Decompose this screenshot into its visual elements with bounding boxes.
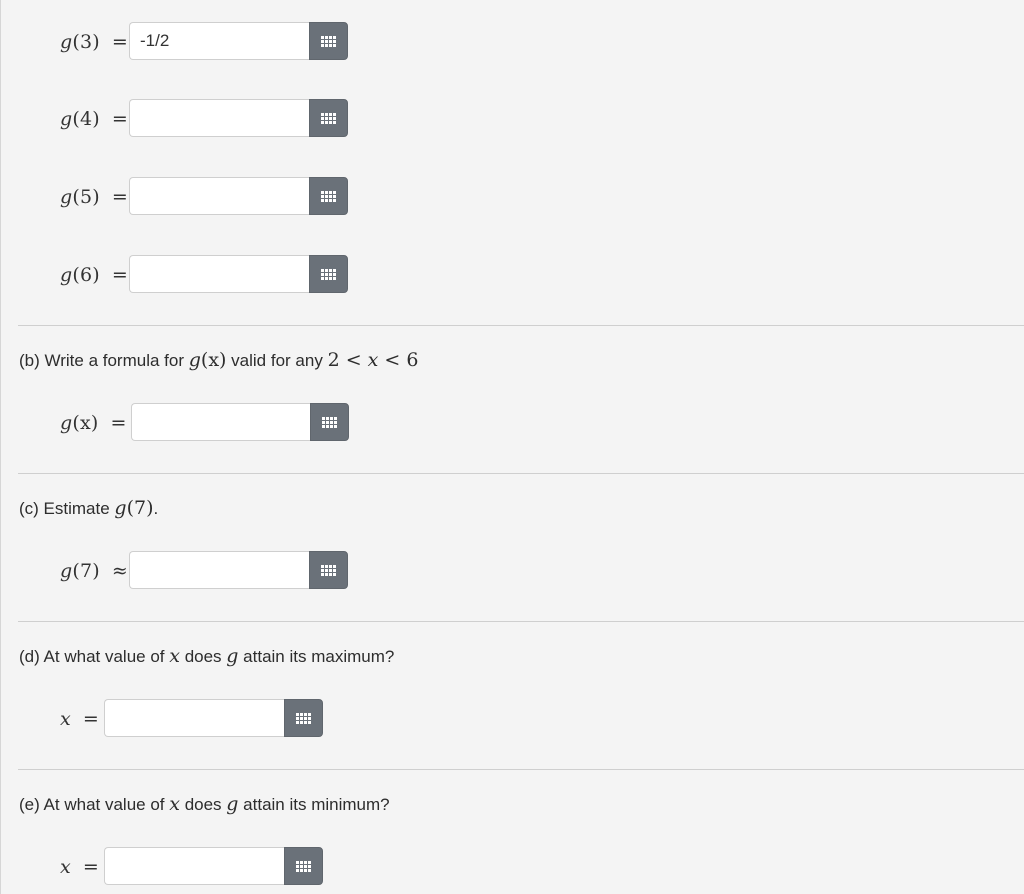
label-g5: g(5) = bbox=[60, 186, 129, 208]
question-b: (b) Write a formula for g(x) valid for a… bbox=[19, 349, 419, 371]
question-e: (e) At what value of x does g attain its… bbox=[19, 793, 390, 815]
math-palette-grid-icon bbox=[320, 35, 337, 48]
answer-row-g5: g(5) = bbox=[0, 177, 350, 217]
label-x-min: x = bbox=[60, 856, 100, 878]
math-palette-grid-icon bbox=[295, 712, 312, 725]
math-palette-grid-icon bbox=[320, 268, 337, 281]
math-palette-button[interactable] bbox=[309, 255, 348, 293]
answer-input-g6[interactable] bbox=[129, 255, 310, 293]
answer-input-g4[interactable] bbox=[129, 99, 310, 137]
section-divider bbox=[18, 325, 1024, 326]
answer-input-g3[interactable] bbox=[129, 22, 310, 60]
answer-row-g7: g(7) ≈ bbox=[0, 551, 350, 591]
math-palette-button[interactable] bbox=[309, 551, 348, 589]
section-divider bbox=[18, 473, 1024, 474]
answer-input-x-max[interactable] bbox=[104, 699, 285, 737]
label-x-max: x = bbox=[60, 708, 100, 730]
math-palette-button[interactable] bbox=[284, 847, 323, 885]
math-palette-button[interactable] bbox=[284, 699, 323, 737]
answer-row-g3: g(3) = bbox=[0, 22, 350, 62]
answer-input-x-min[interactable] bbox=[104, 847, 285, 885]
math-palette-grid-icon bbox=[295, 860, 312, 873]
label-g6: g(6) = bbox=[60, 264, 129, 286]
math-palette-button[interactable] bbox=[310, 403, 349, 441]
section-divider bbox=[18, 621, 1024, 622]
question-d: (d) At what value of x does g attain its… bbox=[19, 645, 395, 667]
answer-row-x-min: x = bbox=[0, 847, 330, 887]
math-palette-button[interactable] bbox=[309, 177, 348, 215]
section-divider bbox=[18, 769, 1024, 770]
answer-row-gx: g(x) = bbox=[0, 403, 350, 443]
answer-input-gx[interactable] bbox=[131, 403, 312, 441]
answer-row-g6: g(6) = bbox=[0, 255, 350, 295]
answer-row-x-max: x = bbox=[0, 699, 330, 739]
math-palette-grid-icon bbox=[320, 112, 337, 125]
math-palette-button[interactable] bbox=[309, 22, 348, 60]
label-gx: g(x) = bbox=[60, 412, 127, 434]
answer-input-g7[interactable] bbox=[129, 551, 310, 589]
math-palette-grid-icon bbox=[320, 190, 337, 203]
label-g3: g(3) = bbox=[60, 31, 129, 53]
math-palette-grid-icon bbox=[321, 416, 338, 429]
answer-input-g5[interactable] bbox=[129, 177, 310, 215]
math-palette-grid-icon bbox=[320, 564, 337, 577]
question-c: (c) Estimate g(7). bbox=[19, 497, 159, 519]
label-g7: g(7) ≈ bbox=[60, 560, 129, 582]
answer-row-g4: g(4) = bbox=[0, 99, 350, 139]
math-palette-button[interactable] bbox=[309, 99, 348, 137]
label-g4: g(4) = bbox=[60, 108, 129, 130]
